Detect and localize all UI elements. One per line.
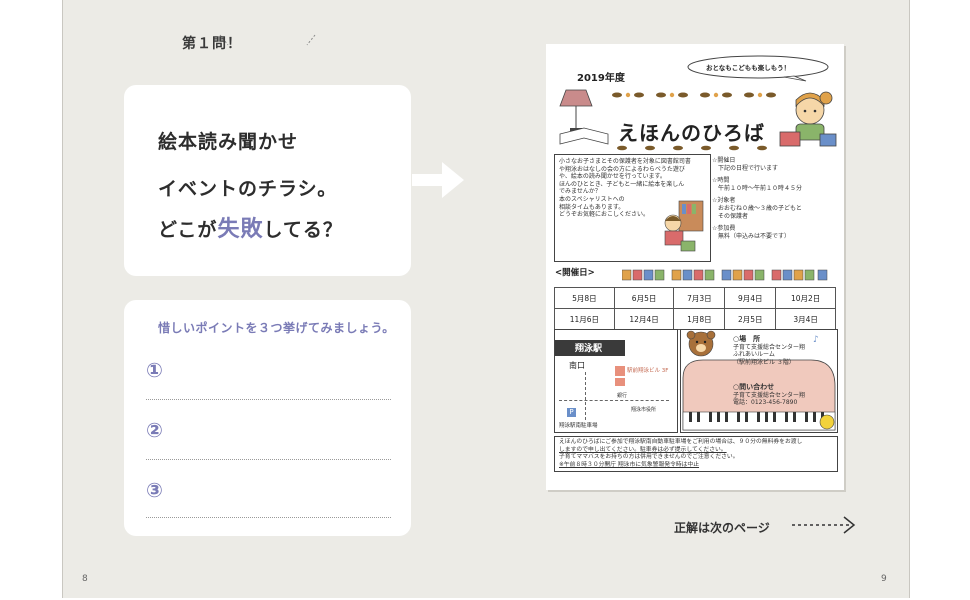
date-cell: 9月4日 xyxy=(724,287,777,309)
map-office: 翔泳市役所 xyxy=(631,407,657,413)
question-card: 絵本読み聞かせ イベントのチラシ。 どこが失敗してる？ xyxy=(124,85,411,276)
question-label: 第１問！ xyxy=(182,36,242,52)
girl-reading-illustration-icon xyxy=(779,91,837,147)
slash-right-icon xyxy=(306,34,316,46)
next-page-arrow-icon xyxy=(792,516,856,534)
parking-icon: P xyxy=(567,408,576,417)
dates-row: 11月6日 12月4日 1月8日 2月5日 3月4日 xyxy=(554,308,836,330)
venue-line: ○場 所 xyxy=(733,335,761,343)
date-cell: 12月4日 xyxy=(613,308,675,330)
map-building-marker-2 xyxy=(615,378,625,386)
dates-label: <開催日> xyxy=(555,268,595,278)
question-accent: 失敗 xyxy=(217,217,264,242)
notice-text: えほんのひろばにご参加で翔泳駅南自動車駐車場をご利用の場合は、９０分の無料券をお… xyxy=(559,439,837,469)
event-flyer: 2019年度 おとなもこどもも楽しもう！ えほんのひろば 小さなお子さまとその保… xyxy=(546,44,844,490)
venue-line: 子育て支援総合センター翔 xyxy=(733,343,806,351)
answer-line-3[interactable] xyxy=(146,517,391,518)
notice-line: 子育てママバスをお持ちの方は併用できませんのでご注意ください。 xyxy=(559,454,739,461)
books-row-icon xyxy=(622,269,828,281)
date-cell: 5月8日 xyxy=(554,287,615,309)
event-info: ☆開催日 下記の日程で行います ☆時間 午前１０時〜午前１０時４５分 ☆対象者 … xyxy=(712,157,840,240)
answer-number-2: ② xyxy=(146,418,163,442)
map-road xyxy=(585,372,587,420)
page-number-right: 9 xyxy=(881,574,887,584)
info-line: ☆開催日 xyxy=(712,157,736,164)
map-station: 翔泳駅 xyxy=(575,344,603,354)
map-road-h xyxy=(559,400,669,401)
map-bank: 銀行 xyxy=(617,393,628,399)
right-arrow-icon xyxy=(412,162,464,198)
date-cell: 2月5日 xyxy=(724,308,777,330)
venue-info: ○場 所 子育て支援総合センター翔 ふれあいルーム （駅前翔泳ビル ３階） xyxy=(733,335,833,366)
leaves-decoration-2-icon xyxy=(617,145,767,151)
intro-line: ほんのひととき、子どもと一緒に絵本を楽しん xyxy=(559,180,685,188)
date-cell: 10月2日 xyxy=(775,287,836,309)
map-building: 駅前翔泳ビル 3F xyxy=(627,368,669,374)
venue-line: （駅前翔泳ビル ３階） xyxy=(733,358,795,366)
info-line: ☆対象者 xyxy=(712,197,736,205)
next-page-text: 正解は次のページ xyxy=(674,521,770,535)
access-map: 翔泳駅 南口 駅前翔泳ビル 3F 銀行 翔泳市役所 P 翔泳駅南駐車場 xyxy=(554,329,678,433)
info-line: ☆参加費 xyxy=(712,225,736,233)
contact-info: ○問い合わせ 子育て支援総合センター翔 電話：0123-456-7890 xyxy=(733,383,833,407)
chick-icon xyxy=(819,414,835,430)
info-line: 無料（申込みは不要です） xyxy=(712,232,791,240)
leaves-decoration-icon xyxy=(612,92,776,98)
intro-line: や、絵本の読み聞かせを行っています。 xyxy=(559,173,666,181)
map-exit: 南口 xyxy=(569,361,585,370)
contact-line: 電話：0123-456-7890 xyxy=(733,399,798,407)
info-line: その保護者 xyxy=(712,212,749,220)
venue-box: ♪ ○場 所 子育て支援総合センター翔 ふれあいルーム （駅前翔泳ビル ３階） … xyxy=(680,329,838,433)
question-line-3-post: してる？ xyxy=(263,219,343,241)
answer-number-3: ③ xyxy=(146,478,163,502)
dates-row: 5月8日 6月5日 7月3日 9月4日 10月2日 xyxy=(554,287,836,309)
lamp-book-illustration-icon xyxy=(559,89,609,145)
page-number-left: 8 xyxy=(82,574,88,584)
date-cell: 7月3日 xyxy=(673,287,726,309)
intro-line: 小さなお子さまとその保護者を対象に図書館司書 xyxy=(559,158,691,165)
answer-card: 惜しいポイントを３つ挙げてみましょう。 ① ② ③ xyxy=(124,300,411,536)
venue-line: ふれあいルーム xyxy=(733,351,775,359)
date-cell: 3月4日 xyxy=(775,308,836,330)
flyer-year: 2019年度 xyxy=(577,73,625,84)
answer-line-2[interactable] xyxy=(146,459,391,460)
answer-prompt: 惜しいポイントを３つ挙げてみましょう。 xyxy=(158,321,395,335)
flyer-bubble-text: おとなもこどもも楽しもう！ xyxy=(706,64,791,72)
question-line-3-pre: どこが xyxy=(158,219,218,241)
question-line-2: イベントのチラシ。 xyxy=(158,178,338,200)
notice-line: えほんのひろばにご参加で翔泳駅南自動車駐車場をご利用の場合は、９０分の無料券をお… xyxy=(559,439,803,445)
map-building-marker xyxy=(615,366,625,376)
contact-line: ○問い合わせ xyxy=(733,383,775,391)
intro-line: でみませんか？ xyxy=(559,188,601,196)
info-line: 午前１０時〜午前１０時４５分 xyxy=(712,184,803,192)
date-cell: 11月6日 xyxy=(554,308,615,330)
date-cell: 6月5日 xyxy=(613,287,675,309)
info-line: ☆時間 xyxy=(712,177,730,185)
dates-table: 5月8日 6月5日 7月3日 9月4日 10月2日 11月6日 12月4日 1月… xyxy=(554,287,836,330)
map-parking: 翔泳駅南駐車場 xyxy=(559,423,598,429)
question-line-1: 絵本読み聞かせ xyxy=(158,131,299,153)
notice-line: ※午前８時３０分開庁 翔泳市に気象警報発令時は中止 xyxy=(559,461,700,468)
info-line: 下記の日程で行います xyxy=(712,164,779,172)
notice-box: えほんのひろばにご参加で翔泳駅南自動車駐車場をご利用の場合は、９０分の無料券をお… xyxy=(554,436,838,472)
question-line-3: どこが失敗してる？ xyxy=(158,211,343,243)
date-cell: 1月8日 xyxy=(673,308,726,330)
info-line: おおむね０歳〜３歳の子どもと xyxy=(712,204,802,212)
answer-line-1[interactable] xyxy=(146,399,391,400)
child-with-books-illustration-icon xyxy=(664,200,704,252)
intro-box: 小さなお子さまとその保護者を対象に図書館司書 や翔泳おはなしの会の方によるわらべ… xyxy=(554,154,711,262)
bear-icon xyxy=(686,330,716,357)
answer-number-1: ① xyxy=(146,358,163,382)
